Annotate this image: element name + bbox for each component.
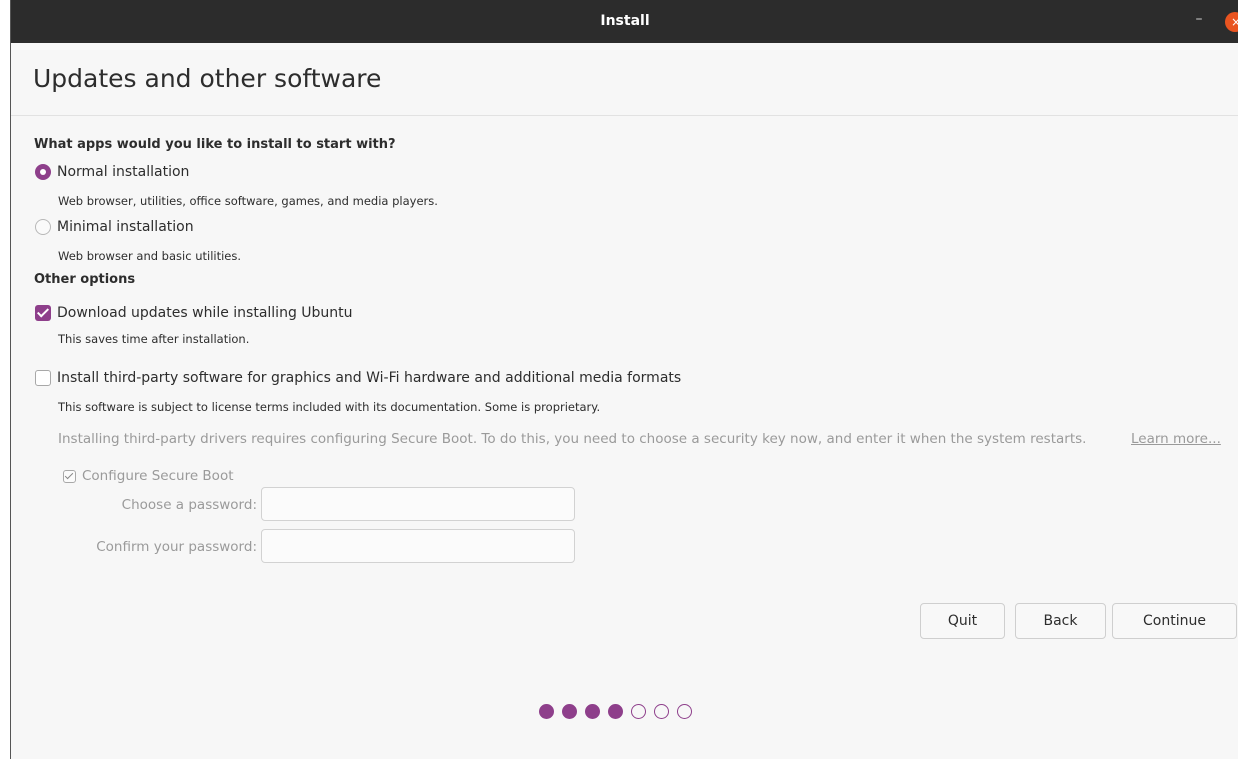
progress-dot — [562, 704, 577, 719]
radio-selected-icon[interactable] — [35, 164, 51, 180]
normal-installation-description: Web browser, utilities, office software,… — [58, 194, 438, 208]
continue-button[interactable]: Continue — [1112, 603, 1237, 639]
checkbox-disabled-checked-icon[interactable] — [63, 469, 76, 483]
installer-window: Install – × Updates and other software W… — [10, 0, 1238, 759]
configure-secure-boot-label: Configure Secure Boot — [82, 468, 234, 484]
progress-indicator — [539, 704, 700, 719]
title-bar: Install – × — [11, 0, 1238, 43]
progress-dot — [608, 704, 623, 719]
third-party-description: This software is subject to license term… — [58, 400, 601, 414]
radio-unselected-icon[interactable] — [35, 219, 51, 235]
normal-installation-radio[interactable]: Normal installation — [35, 162, 189, 182]
progress-dot — [539, 704, 554, 719]
third-party-checkbox[interactable]: Install third-party software for graphic… — [35, 368, 681, 388]
minimal-installation-radio[interactable]: Minimal installation — [35, 217, 194, 237]
header-divider — [11, 115, 1238, 116]
normal-installation-label: Normal installation — [57, 164, 190, 180]
checkbox-checked-icon[interactable] — [35, 305, 51, 321]
choose-password-field[interactable] — [261, 487, 575, 521]
configure-secure-boot-checkbox[interactable]: Configure Secure Boot — [63, 466, 234, 486]
back-button[interactable]: Back — [1015, 603, 1106, 639]
confirm-password-label: Confirm your password: — [96, 539, 257, 555]
progress-dot — [585, 704, 600, 719]
minimize-icon[interactable]: – — [1191, 11, 1207, 29]
confirm-password-field[interactable] — [261, 529, 575, 563]
progress-dot — [677, 704, 692, 719]
apps-heading: What apps would you like to install to s… — [34, 137, 396, 152]
progress-dot — [631, 704, 646, 719]
page-title: Updates and other software — [33, 64, 382, 93]
download-updates-label: Download updates while installing Ubuntu — [57, 305, 353, 321]
download-updates-description: This saves time after installation. — [58, 332, 250, 346]
secure-boot-note: Installing third-party drivers requires … — [58, 431, 1087, 447]
third-party-label: Install third-party software for graphic… — [57, 370, 682, 386]
window-title: Install — [600, 13, 650, 29]
progress-dot — [654, 704, 669, 719]
choose-password-label: Choose a password: — [121, 497, 257, 513]
learn-more-link[interactable]: Learn more... — [1131, 431, 1221, 447]
minimal-installation-description: Web browser and basic utilities. — [58, 249, 242, 263]
minimal-installation-label: Minimal installation — [57, 219, 194, 235]
download-updates-checkbox[interactable]: Download updates while installing Ubuntu — [35, 303, 353, 323]
checkbox-unchecked-icon[interactable] — [35, 370, 51, 386]
quit-button[interactable]: Quit — [920, 603, 1005, 639]
other-options-heading: Other options — [34, 272, 136, 287]
close-icon[interactable]: × — [1225, 12, 1238, 32]
